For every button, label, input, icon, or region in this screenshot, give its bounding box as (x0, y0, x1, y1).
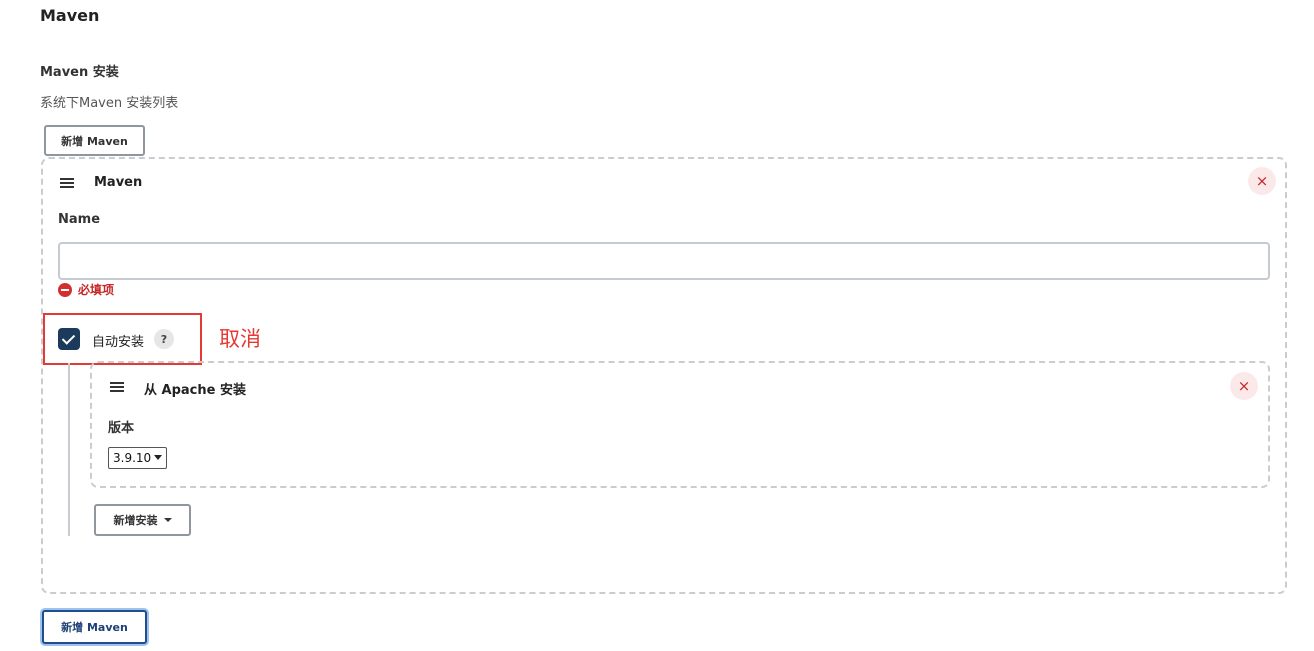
close-icon: × (1255, 172, 1269, 190)
name-error: 必填项 (58, 281, 114, 298)
installer-block (90, 361, 1270, 488)
installer-title: 从 Apache 安装 (144, 383, 246, 398)
auto-install-label: 自动安装 (92, 335, 145, 350)
delete-installer-button[interactable]: × (1230, 372, 1258, 400)
name-label: Name (58, 212, 101, 227)
add-installer-button[interactable]: 新增安装 (94, 504, 191, 536)
nested-indent-line (68, 363, 70, 536)
help-icon[interactable]: ? (154, 329, 174, 349)
error-icon (58, 282, 72, 297)
name-input[interactable] (58, 242, 1270, 280)
version-label: 版本 (108, 421, 135, 436)
auto-install-checkbox[interactable] (58, 328, 80, 350)
drag-handle-icon[interactable] (60, 178, 74, 188)
add-maven-button-bottom[interactable]: 新增 Maven (42, 610, 147, 644)
name-error-text: 必填项 (78, 283, 115, 297)
installer-drag-handle-icon[interactable] (110, 382, 124, 392)
maven-installations-label: Maven 安装 (40, 65, 119, 80)
delete-maven-installation-button[interactable]: × (1248, 167, 1276, 195)
close-icon: × (1237, 377, 1251, 395)
caret-down-icon (163, 518, 172, 522)
add-installer-label: 新增安装 (113, 514, 158, 527)
chevron-down-icon (154, 455, 162, 460)
add-maven-button-top[interactable]: 新增 Maven (44, 125, 145, 156)
version-selected-value: 3.9.10 (113, 451, 152, 465)
maven-installations-description: 系统下Maven 安装列表 (40, 96, 179, 111)
annotation-text: 取消 (219, 327, 261, 351)
maven-installation-title: Maven (94, 175, 143, 190)
version-select[interactable]: 3.9.10 (108, 447, 167, 469)
section-title: Maven (40, 6, 100, 25)
